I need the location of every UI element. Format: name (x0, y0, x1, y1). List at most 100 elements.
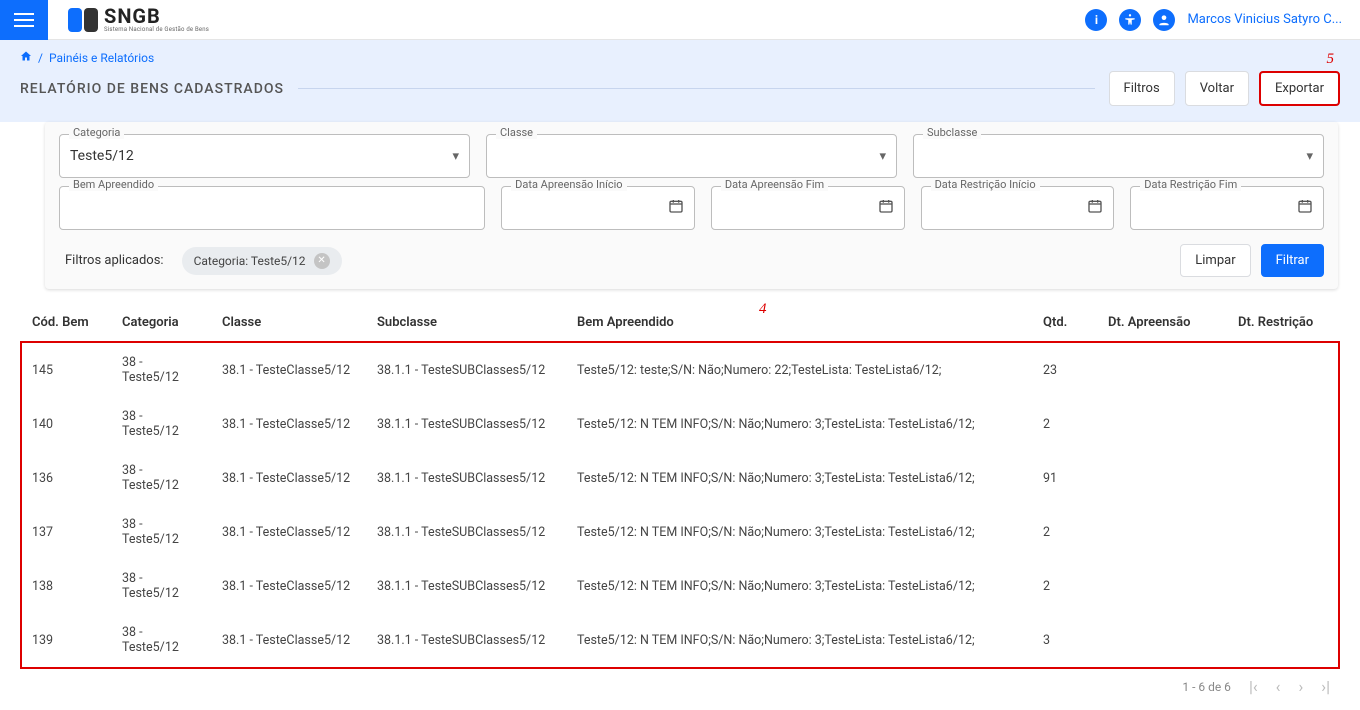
cell-cod: 140 (22, 397, 112, 451)
next-page-icon[interactable]: › (1298, 677, 1303, 696)
cell-qtd: 23 (1033, 343, 1098, 398)
cell-bem: Teste5/12: teste;S/N: Não;Numero: 22;Tes… (567, 343, 1033, 398)
filter-card: Categoria Teste5/12 ▾ Classe ▾ Subclasse… (45, 122, 1338, 289)
subclasse-field[interactable]: Subclasse ▾ (913, 134, 1324, 178)
th-dta[interactable]: Dt. Apreensão (1098, 303, 1228, 343)
menu-toggle[interactable] (0, 0, 48, 40)
bem-field[interactable]: Bem Apreendido (59, 186, 485, 230)
data-ap-inicio-field[interactable]: Data Apreensão Início (501, 186, 695, 230)
cell-cat: 38 - Teste5/12 (112, 559, 212, 613)
th-sub[interactable]: Subclasse (367, 303, 567, 343)
chevron-down-icon: ▾ (1306, 149, 1313, 164)
applied-filters-row: Filtros aplicados: Categoria: Teste5/12 … (59, 244, 1324, 277)
data-ap-fim-field[interactable]: Data Apreensão Fim (711, 186, 905, 230)
limpar-button[interactable]: Limpar (1180, 244, 1250, 277)
cell-dta (1098, 505, 1228, 559)
hamburger-icon (14, 13, 34, 27)
breadcrumb-link[interactable]: Painéis e Relatórios (49, 51, 154, 65)
prev-page-icon[interactable]: ‹ (1276, 677, 1281, 696)
cell-cls: 38.1 - TesteClasse5/12 (212, 505, 367, 559)
filtrar-button[interactable]: Filtrar (1261, 244, 1324, 277)
voltar-button[interactable]: Voltar (1185, 71, 1249, 106)
info-icon[interactable]: i (1085, 9, 1107, 31)
calendar-icon (1087, 198, 1103, 218)
filters-row-2: Bem Apreendido Data Apreensão Início Dat… (59, 186, 1324, 230)
chevron-down-icon: ▾ (452, 149, 459, 164)
cell-cod: 145 (22, 343, 112, 398)
cell-bem: Teste5/12: N TEM INFO;S/N: Não;Numero: 3… (567, 559, 1033, 613)
th-cls[interactable]: Classe (212, 303, 367, 343)
annotation-5: 5 (1327, 51, 1335, 68)
table-row[interactable]: 14538 - Teste5/1238.1 - TesteClasse5/123… (22, 343, 1338, 398)
table-header-row: Cód. Bem Categoria Classe Subclasse Bem … (22, 303, 1338, 343)
cell-cod: 138 (22, 559, 112, 613)
th-dtr[interactable]: Dt. Restrição (1228, 303, 1338, 343)
data-re-inicio-field[interactable]: Data Restrição Início (921, 186, 1115, 230)
logo-subtitle: Sistema Nacional de Gestão de Bens (104, 26, 209, 33)
filter-chip: Categoria: Teste5/12 ✕ (182, 247, 342, 275)
calendar-icon (1297, 198, 1313, 218)
cell-bem: Teste5/12: N TEM INFO;S/N: Não;Numero: 3… (567, 397, 1033, 451)
cell-sub: 38.1.1 - TesteSUBClasses5/12 (367, 451, 567, 505)
cell-qtd: 91 (1033, 451, 1098, 505)
cell-cat: 38 - Teste5/12 (112, 451, 212, 505)
applied-label: Filtros aplicados: (65, 253, 164, 268)
title-row: RELATÓRIO DE BENS CADASTRADOS Filtros Vo… (20, 71, 1340, 106)
cell-sub: 38.1.1 - TesteSUBClasses5/12 (367, 505, 567, 559)
table-row[interactable]: 13938 - Teste5/1238.1 - TesteClasse5/123… (22, 613, 1338, 667)
classe-label: Classe (496, 126, 537, 139)
breadcrumb-sep: / (38, 51, 43, 65)
calendar-icon (668, 198, 684, 218)
exportar-button[interactable]: Exportar (1261, 73, 1338, 104)
annotation-4: 4 (759, 301, 767, 318)
subheader: / Painéis e Relatórios RELATÓRIO DE BENS… (0, 40, 1360, 122)
breadcrumb-home[interactable] (20, 50, 32, 65)
data-ap-inicio-label: Data Apreensão Início (511, 178, 626, 191)
first-page-icon[interactable]: |‹ (1249, 677, 1258, 696)
cell-cod: 139 (22, 613, 112, 667)
table-row[interactable]: 14038 - Teste5/1238.1 - TesteClasse5/123… (22, 397, 1338, 451)
filtros-button[interactable]: Filtros (1109, 71, 1175, 106)
cell-sub: 38.1.1 - TesteSUBClasses5/12 (367, 343, 567, 398)
th-cod[interactable]: Cód. Bem (22, 303, 112, 343)
cell-cat: 38 - Teste5/12 (112, 613, 212, 667)
user-avatar-icon[interactable] (1153, 9, 1175, 31)
topbar: SNGB Sistema Nacional de Gestão de Bens … (0, 0, 1360, 40)
subclasse-label: Subclasse (923, 126, 981, 139)
filters-row-1: Categoria Teste5/12 ▾ Classe ▾ Subclasse… (59, 134, 1324, 178)
cell-bem: Teste5/12: N TEM INFO;S/N: Não;Numero: 3… (567, 505, 1033, 559)
table-row[interactable]: 13638 - Teste5/1238.1 - TesteClasse5/123… (22, 451, 1338, 505)
cell-cls: 38.1 - TesteClasse5/12 (212, 559, 367, 613)
th-qtd[interactable]: Qtd. (1033, 303, 1098, 343)
classe-field[interactable]: Classe ▾ (486, 134, 897, 178)
cell-sub: 38.1.1 - TesteSUBClasses5/12 (367, 559, 567, 613)
logo-text: SNGB (104, 6, 209, 26)
bem-label: Bem Apreendido (69, 178, 158, 191)
th-cat[interactable]: Categoria (112, 303, 212, 343)
title-divider (298, 88, 1095, 89)
cell-bem: Teste5/12: N TEM INFO;S/N: Não;Numero: 3… (567, 613, 1033, 667)
cell-dta (1098, 559, 1228, 613)
th-bem[interactable]: Bem Apreendido (567, 303, 1033, 343)
user-name[interactable]: Marcos Vinicius Satyro C... (1187, 12, 1342, 27)
data-ap-fim-label: Data Apreensão Fim (721, 178, 828, 191)
categoria-label: Categoria (69, 126, 124, 139)
paginator: 1 - 6 de 6 |‹ ‹ › ›| (0, 667, 1360, 710)
cell-dta (1098, 451, 1228, 505)
table-row[interactable]: 13838 - Teste5/1238.1 - TesteClasse5/123… (22, 559, 1338, 613)
chip-remove-icon[interactable]: ✕ (314, 253, 330, 269)
cell-cat: 38 - Teste5/12 (112, 397, 212, 451)
cell-qtd: 3 (1033, 613, 1098, 667)
cell-dtr (1228, 559, 1338, 613)
cell-cod: 136 (22, 451, 112, 505)
last-page-icon[interactable]: ›| (1321, 677, 1330, 696)
data-re-fim-field[interactable]: Data Restrição Fim (1130, 186, 1324, 230)
cell-cat: 38 - Teste5/12 (112, 343, 212, 398)
page-title: RELATÓRIO DE BENS CADASTRADOS (20, 81, 284, 97)
breadcrumb: / Painéis e Relatórios (20, 50, 1340, 65)
accessibility-icon[interactable] (1119, 9, 1141, 31)
categoria-field[interactable]: Categoria Teste5/12 ▾ (59, 134, 470, 178)
cell-dtr (1228, 451, 1338, 505)
cell-dtr (1228, 397, 1338, 451)
table-row[interactable]: 13738 - Teste5/1238.1 - TesteClasse5/123… (22, 505, 1338, 559)
